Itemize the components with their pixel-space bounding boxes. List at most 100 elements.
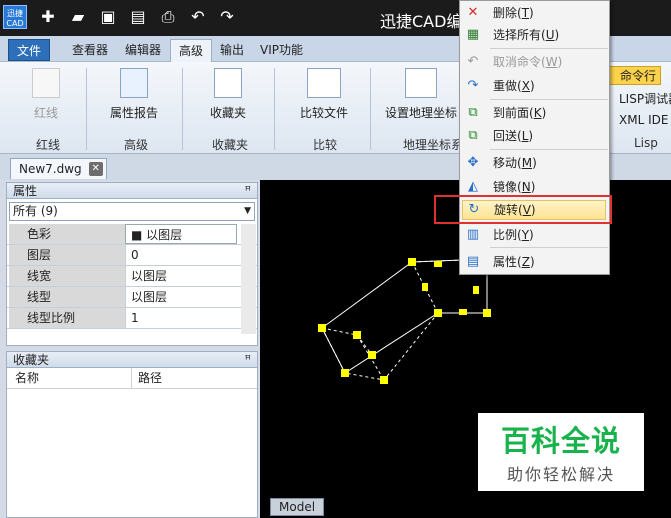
column-name[interactable]: 名称	[15, 368, 39, 389]
xml-ide-button[interactable]: XML IDE	[605, 113, 668, 127]
lisp-debugger-button[interactable]: LISP调试器	[605, 90, 671, 107]
property-filter-select[interactable]: 所有 (9) ▼	[9, 202, 255, 221]
properties-scrollbar[interactable]	[241, 224, 256, 334]
grip-point[interactable]	[408, 258, 416, 266]
property-value[interactable]: 以图层	[125, 266, 237, 286]
group-label-advanced: 高级	[124, 138, 149, 152]
watermark-main-text: 百科全说	[500, 424, 621, 458]
favorites-title: 收藏夹	[13, 353, 50, 367]
tab-file[interactable]: 文件	[8, 39, 51, 61]
app-logo-icon[interactable]: 迅捷 CAD	[3, 5, 27, 29]
print-icon[interactable]: ⎙	[158, 7, 178, 27]
geo-grid-icon	[405, 68, 437, 98]
property-row-linetype-scale[interactable]: 线型比例 1	[7, 308, 257, 329]
window-title: 迅捷CAD编	[380, 12, 463, 31]
grip-point[interactable]	[380, 376, 388, 384]
menu-separator	[490, 99, 608, 100]
group-label-favorites: 收藏夹	[212, 138, 249, 152]
tab-output[interactable]: 输出	[212, 39, 252, 61]
group-label-lisp: Lisp	[634, 136, 658, 150]
open-icon[interactable]: ▰	[68, 7, 88, 27]
compare-files-icon	[307, 68, 341, 98]
ribbon-divider	[370, 68, 371, 150]
delete-icon: ✕	[467, 5, 479, 20]
redline-label: 红线	[33, 106, 58, 120]
column-path[interactable]: 路径	[131, 368, 162, 389]
grip-points[interactable]	[318, 258, 491, 384]
menu-item-select-all[interactable]: ▦ 选择所有(U)	[460, 25, 609, 45]
properties-panel: 属性 ꟸ 所有 (9) ▼ 色彩 ■ 以图层 图层 0 线宽 以图层 线型 以图…	[6, 182, 258, 346]
grip-point[interactable]	[368, 351, 376, 359]
grip-point[interactable]	[341, 369, 349, 377]
grip-point[interactable]	[483, 309, 491, 317]
menu-item-properties[interactable]: ▤ 属性(Z)	[460, 252, 609, 272]
doc-tab-new7[interactable]: New7.dwg ✕	[10, 158, 107, 179]
property-row-color[interactable]: 色彩 ■ 以图层	[7, 224, 257, 245]
group-label-geo: 地理坐标系	[403, 138, 459, 152]
property-value[interactable]: 以图层	[125, 287, 237, 307]
menu-separator	[490, 48, 608, 49]
pin-icon[interactable]: ꟸ	[245, 352, 251, 368]
set-geo-coord-label: 设置地理坐标	[384, 106, 457, 120]
grip-point[interactable]	[434, 261, 442, 267]
tab-advanced[interactable]: 高级	[170, 39, 213, 62]
properties-header: 属性 ꟸ	[7, 183, 257, 199]
grip-point[interactable]	[318, 324, 326, 332]
property-value[interactable]: 0	[125, 245, 237, 265]
property-row-lineweight[interactable]: 线宽 以图层	[7, 266, 257, 287]
tab-editor[interactable]: 编辑器	[117, 39, 169, 61]
compare-files-button[interactable]: 比较文件	[292, 68, 356, 121]
menu-item-mirror[interactable]: ◭ 镜像(N)	[460, 177, 609, 197]
property-filter-value: 所有 (9)	[13, 204, 58, 218]
property-row-linetype[interactable]: 线型 以图层	[7, 287, 257, 308]
grip-point[interactable]	[353, 331, 361, 339]
redline-button[interactable]: 红线	[18, 68, 74, 121]
property-name: 图层	[9, 245, 125, 265]
new-icon[interactable]: ✚	[38, 7, 58, 27]
menu-item-move[interactable]: ✥ 移动(M)	[460, 153, 609, 173]
attribute-report-icon	[120, 68, 148, 98]
redo-icon: ↷	[467, 78, 479, 93]
favorites-header: 收藏夹 ꟸ	[7, 352, 257, 368]
menu-item-delete[interactable]: ✕ 删除(T)	[460, 3, 609, 23]
grip-point[interactable]	[434, 309, 442, 317]
grip-point[interactable]	[473, 286, 479, 294]
properties-icon: ▤	[466, 254, 480, 269]
attribute-report-button[interactable]: 属性报告	[104, 68, 164, 121]
pin-icon[interactable]: ꟸ	[245, 183, 251, 199]
tab-vip[interactable]: VIP功能	[252, 39, 311, 61]
grip-point[interactable]	[459, 309, 467, 315]
close-icon[interactable]: ✕	[88, 162, 103, 176]
property-value[interactable]: 1	[125, 308, 237, 328]
command-line-button[interactable]: 命令行	[605, 66, 662, 85]
set-geo-coord-button[interactable]: 设置地理坐标	[384, 68, 458, 121]
cancel-icon: ↶	[467, 54, 479, 69]
menu-item-scale[interactable]: ▥ 比例(Y)	[460, 225, 609, 245]
menu-item-redo[interactable]: ↷ 重做(X)	[460, 76, 609, 96]
redline-icon	[32, 68, 60, 98]
mirror-icon: ◭	[468, 179, 478, 194]
favorites-button[interactable]: 收藏夹	[200, 68, 256, 121]
tab-viewer[interactable]: 查看器	[64, 39, 116, 61]
ribbon-divider	[182, 68, 183, 150]
save-as-icon[interactable]: ▤	[128, 7, 148, 27]
select-all-icon: ▦	[466, 27, 480, 42]
menu-item-send-back[interactable]: ⧉ 回送(L)	[460, 126, 609, 146]
redo-icon[interactable]: ↷	[217, 7, 237, 27]
undo-icon[interactable]: ↶	[188, 7, 208, 27]
chevron-down-icon: ▼	[244, 206, 251, 216]
favorites-panel: 收藏夹 ꟸ 名称 路径	[6, 351, 258, 518]
selected-geometry	[321, 258, 488, 381]
property-value[interactable]: ■ 以图层	[125, 224, 237, 244]
menu-item-bring-to-front[interactable]: ⧉ 到前面(K)	[460, 103, 609, 123]
grip-point[interactable]	[422, 283, 428, 291]
watermark-sub-text: 助你轻松解决	[506, 465, 615, 484]
property-row-layer[interactable]: 图层 0	[7, 245, 257, 266]
ribbon-divider	[86, 68, 87, 150]
send-back-icon: ⧉	[468, 128, 478, 143]
attribute-report-label: 属性报告	[109, 106, 158, 120]
save-icon[interactable]: ▣	[98, 7, 118, 27]
group-label-compare: 比较	[313, 138, 338, 152]
model-tab[interactable]: Model	[270, 498, 325, 516]
ribbon-divider	[274, 68, 275, 150]
